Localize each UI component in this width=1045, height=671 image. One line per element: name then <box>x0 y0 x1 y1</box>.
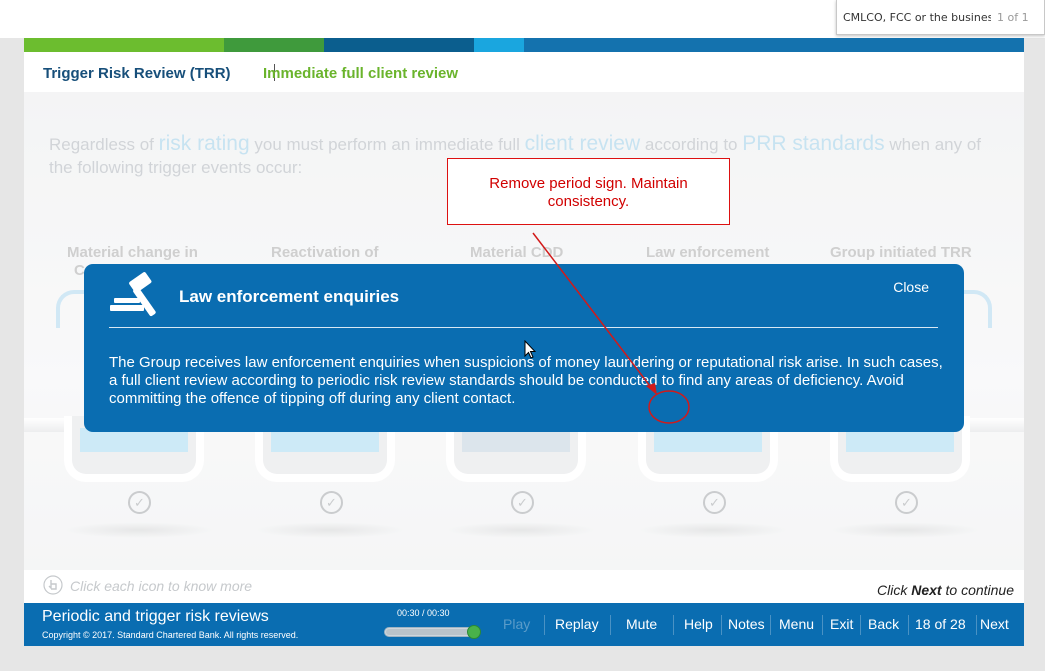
footer-divider <box>976 615 977 635</box>
seek-bar-fill <box>386 629 476 635</box>
click-icon-hint: Click each icon to know more <box>70 578 253 594</box>
continue-instruction: Click Next to continue <box>877 582 1014 598</box>
hand-pointer-icon <box>43 575 63 595</box>
footer-divider <box>610 615 611 635</box>
progress-stripe-5 <box>524 38 1024 52</box>
help-button[interactable]: Help <box>684 616 713 632</box>
review-comment-box: Remove period sign. Maintain consistency… <box>447 158 730 225</box>
progress-stripe-4 <box>474 38 524 52</box>
page-counter: 18 of 28 <box>915 616 966 632</box>
popup-body: The Group receives law enforcement enqui… <box>109 354 943 407</box>
back-button[interactable]: Back <box>868 616 899 632</box>
mute-button[interactable]: Mute <box>626 616 657 632</box>
seek-bar[interactable] <box>384 625 481 639</box>
close-button[interactable]: Close <box>893 279 929 295</box>
next-button[interactable]: Next <box>980 616 1009 632</box>
menu-button[interactable]: Menu <box>779 616 814 632</box>
popup-divider <box>109 327 938 328</box>
player-footer: Periodic and trigger risk reviews Copyri… <box>24 603 1024 646</box>
playback-time: 00:30 / 00:30 <box>397 608 450 618</box>
footer-divider <box>721 615 722 635</box>
popup-title: Law enforcement enquiries <box>179 287 400 306</box>
progress-stripe-1 <box>24 38 224 52</box>
progress-stripe-3 <box>324 38 474 52</box>
footer-divider <box>673 615 674 635</box>
progress-stripe-2 <box>224 38 324 52</box>
copyright: Copyright © 2017. Standard Chartered Ban… <box>42 630 299 640</box>
notes-button[interactable]: Notes <box>728 616 765 632</box>
breadcrumb: Trigger Risk Review (TRR) Immediate full… <box>24 52 1024 92</box>
find-match-count: 1 of 1 <box>997 10 1029 24</box>
replay-button[interactable]: Replay <box>555 616 599 632</box>
mouse-cursor-icon <box>524 340 536 359</box>
course-title: Periodic and trigger risk reviews <box>42 608 269 625</box>
breadcrumb-section: Trigger Risk Review (TRR) <box>43 65 231 82</box>
footer-divider <box>770 615 771 635</box>
footer-divider <box>822 615 823 635</box>
instruction-strip: Click each icon to know more Click Next … <box>24 570 1024 603</box>
footer-divider <box>860 615 861 635</box>
gavel-icon <box>110 272 156 317</box>
find-input[interactable]: CMLCO, FCC or the business <box>843 11 991 24</box>
play-button[interactable]: Play <box>503 616 530 632</box>
find-bar[interactable]: CMLCO, FCC or the business 1 of 1 <box>836 0 1045 35</box>
footer-divider <box>544 615 545 635</box>
exit-button[interactable]: Exit <box>830 616 853 632</box>
footer-divider <box>908 615 909 635</box>
breadcrumb-page: Immediate full client review <box>263 65 459 82</box>
seek-knob[interactable] <box>467 625 481 639</box>
